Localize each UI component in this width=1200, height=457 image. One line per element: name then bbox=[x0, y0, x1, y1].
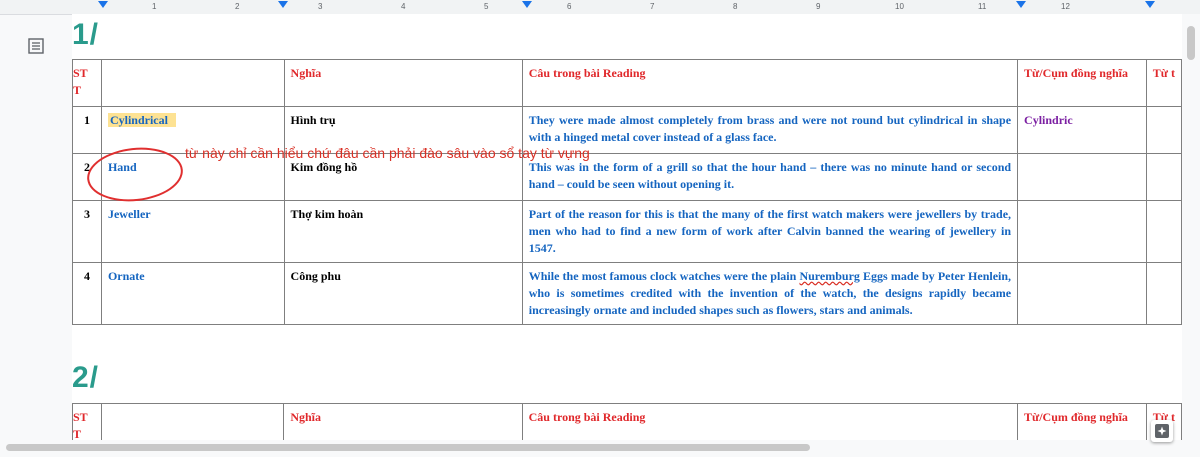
scrollbar-thumb[interactable] bbox=[1187, 26, 1195, 60]
synonym bbox=[1017, 200, 1147, 263]
ruler-number: 2 bbox=[235, 2, 240, 11]
meaning: Thợ kim hoàn bbox=[283, 200, 523, 263]
ruler-number: 10 bbox=[895, 2, 904, 11]
ruler-number: 11 bbox=[978, 2, 987, 11]
header-extra: Từ t bbox=[1145, 59, 1182, 107]
synonym bbox=[1017, 262, 1147, 325]
synonym bbox=[1017, 153, 1147, 201]
table-row[interactable]: 4 Ornate Công phu While the most famous … bbox=[72, 262, 1182, 325]
document-page[interactable]: 1/ ST T Nghĩa Câu trong bài Reading Từ/C… bbox=[72, 14, 1182, 440]
header-word bbox=[100, 59, 285, 107]
row-number: 3 bbox=[72, 200, 102, 263]
column-marker[interactable] bbox=[522, 1, 532, 8]
row-number: 1 bbox=[72, 106, 102, 154]
table-header-row: ST T Nghĩa Câu trong bài Reading Từ/Cụm … bbox=[72, 59, 1182, 107]
ruler-number: 1 bbox=[152, 2, 157, 11]
left-indent-marker[interactable] bbox=[98, 1, 108, 8]
vocab-word: Ornate bbox=[100, 262, 285, 325]
header-stt: ST T bbox=[72, 403, 102, 440]
explore-icon[interactable] bbox=[1151, 420, 1173, 442]
column-marker[interactable] bbox=[1145, 1, 1155, 8]
annotation-text: từ này chỉ cần hiểu chứ đâu cần phải đào… bbox=[185, 145, 590, 161]
ruler-number: 3 bbox=[318, 2, 323, 11]
scrollbar-thumb[interactable] bbox=[6, 444, 810, 451]
header-meaning: Nghĩa bbox=[283, 403, 523, 440]
ruler-number: 7 bbox=[650, 2, 655, 11]
horizontal-ruler[interactable]: 1 2 3 4 5 6 7 8 9 10 11 12 bbox=[0, 0, 1200, 15]
header-sentence: Câu trong bài Reading bbox=[521, 403, 1019, 440]
synonym: Cylindric bbox=[1017, 106, 1147, 154]
column-marker[interactable] bbox=[278, 1, 288, 8]
ruler-number: 9 bbox=[816, 2, 821, 11]
meaning: Công phu bbox=[283, 262, 523, 325]
vocabulary-table[interactable]: ST T Nghĩa Câu trong bài Reading Từ/Cụm … bbox=[72, 59, 1182, 325]
ruler-number: 8 bbox=[733, 2, 738, 11]
document-outline-icon[interactable] bbox=[28, 38, 44, 54]
ruler-number: 4 bbox=[401, 2, 406, 11]
reading-sentence: They were made almost completely from br… bbox=[521, 106, 1019, 154]
table-header-row: ST T Nghĩa Câu trong bài Reading Từ/Cụm … bbox=[72, 403, 1182, 440]
ruler-number: 5 bbox=[484, 2, 489, 11]
ruler-number: 12 bbox=[1061, 2, 1070, 11]
vocab-word: Cylindrical bbox=[107, 113, 176, 127]
misspelled-word[interactable]: Nuremburg bbox=[799, 269, 859, 283]
section-heading: 2/ bbox=[72, 361, 100, 394]
reading-sentence: This was in the form of a grill so that … bbox=[521, 153, 1019, 201]
row-number: 4 bbox=[72, 262, 102, 325]
header-word bbox=[100, 403, 285, 440]
ruler-number: 6 bbox=[567, 2, 572, 11]
section-heading: 1/ bbox=[72, 18, 100, 51]
header-sentence: Câu trong bài Reading bbox=[521, 59, 1019, 107]
reading-sentence: Part of the reason for this is that the … bbox=[521, 200, 1019, 263]
reading-sentence: While the most famous clock watches were… bbox=[521, 262, 1019, 325]
sentence-text: While the most famous clock watches were… bbox=[528, 269, 800, 283]
table-row[interactable]: 3 Jeweller Thợ kim hoàn Part of the reas… bbox=[72, 200, 1182, 263]
header-stt: ST T bbox=[72, 59, 102, 107]
header-synonym: Từ/Cụm đồng nghĩa bbox=[1017, 403, 1147, 440]
header-meaning: Nghĩa bbox=[283, 59, 523, 107]
vocab-word: Jeweller bbox=[100, 200, 285, 263]
vocabulary-table[interactable]: ST T Nghĩa Câu trong bài Reading Từ/Cụm … bbox=[72, 403, 1182, 440]
column-marker[interactable] bbox=[1016, 1, 1026, 8]
vertical-scrollbar[interactable] bbox=[1182, 14, 1200, 440]
header-synonym: Từ/Cụm đồng nghĩa bbox=[1017, 59, 1147, 107]
horizontal-scrollbar[interactable] bbox=[0, 440, 1200, 457]
